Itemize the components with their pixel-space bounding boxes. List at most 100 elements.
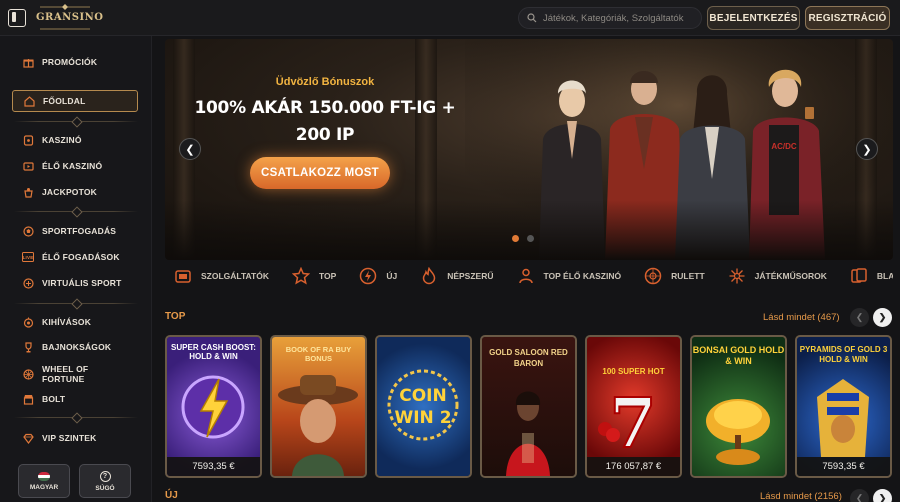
category-game-shows[interactable]: JÁTÉKMŰSOROK xyxy=(727,266,827,286)
new-icon xyxy=(358,266,378,286)
sidebar-item-vip-levels[interactable]: VIP SZINTEK xyxy=(12,427,138,449)
gameshow-icon xyxy=(727,266,747,286)
game-card[interactable]: PYRAMIDS OF GOLD 3 HOLD & WIN 7593,35 € xyxy=(795,335,892,478)
hungary-flag-icon xyxy=(38,471,50,481)
sidebar-item-label: VIP SZINTEK xyxy=(42,433,97,443)
join-now-button[interactable]: CSATLAKOZZ MOST xyxy=(250,157,390,189)
search-icon xyxy=(527,13,537,23)
sidebar-divider xyxy=(14,211,138,212)
sidebar-item-home[interactable]: FŐOLDAL xyxy=(12,90,138,112)
sidebar-item-label: JACKPOTOK xyxy=(42,187,98,197)
hero-floor-shadow xyxy=(165,200,893,260)
new-section-title: ÚJ xyxy=(165,490,178,501)
hero-dot[interactable] xyxy=(527,235,534,242)
help-icon: ? xyxy=(99,470,111,482)
new-next-arrow-icon[interactable]: ❯ xyxy=(873,489,892,502)
category-label: BLACKJAC xyxy=(876,271,893,281)
game-card[interactable]: BOOK OF RA BUY BONUS xyxy=(270,335,367,478)
top-see-all-link[interactable]: Lásd mindet (467) xyxy=(763,312,840,323)
gransino-logo[interactable]: GRANSINO xyxy=(36,4,103,32)
category-label: SZOLGÁLTATÓK xyxy=(201,271,269,281)
category-providers[interactable]: SZOLGÁLTATÓK xyxy=(173,266,269,286)
hero-banner[interactable]: AC/DC Üdvözlő Bónuszok 100% AKÁR 150.000… xyxy=(165,39,893,260)
hero-subtitle: Üdvözlő Bónuszok xyxy=(275,76,375,88)
search-input[interactable] xyxy=(543,12,701,24)
roulette-icon xyxy=(643,266,663,286)
top-next-arrow-icon[interactable]: ❯ xyxy=(873,308,892,327)
help-button[interactable]: ? SÚGÓ xyxy=(79,464,131,498)
wheel-icon xyxy=(22,368,34,380)
top-prev-arrow-icon[interactable]: ❮ xyxy=(850,308,869,327)
sidebar-item-tournaments[interactable]: BAJNOKSÁGOK xyxy=(12,336,138,358)
sidebar-toggle-icon[interactable] xyxy=(8,9,26,27)
svg-text:LIVE: LIVE xyxy=(23,255,34,260)
sidebar-item-live-casino[interactable]: ÉLŐ KASZINÓ xyxy=(12,155,138,177)
sidebar-item-shop[interactable]: BOLT xyxy=(12,388,138,410)
sidebar-item-label: ÉLŐ FOGADÁSOK xyxy=(42,252,120,262)
sidebar-item-label: PROMÓCIÓK xyxy=(42,57,98,67)
sidebar-item-label: BAJNOKSÁGOK xyxy=(42,342,112,352)
category-top-live-casino[interactable]: TOP ÉLŐ KASZINÓ xyxy=(516,266,622,286)
virtual-sport-icon xyxy=(22,277,34,289)
game-card[interactable]: SUPER CASH BOOST: HOLD & WIN 7593,35 € xyxy=(165,335,262,478)
game-card[interactable]: U GOLD SALOON RED BARON xyxy=(480,335,577,478)
sidebar-item-wheel-of-fortune[interactable]: WHEEL OF FORTUNE xyxy=(12,362,138,386)
category-blackjack[interactable]: BLACKJAC xyxy=(849,266,893,286)
hero-dot-active[interactable] xyxy=(512,235,519,242)
sidebar-divider xyxy=(14,121,138,122)
game-card[interactable]: U BONSAI GOLD HOLD & WIN xyxy=(690,335,787,478)
sidebar-item-promotions[interactable]: PROMÓCIÓK xyxy=(12,51,138,73)
language-label: MAGYAR xyxy=(29,483,59,491)
hero-prev-arrow-icon[interactable]: ❮ xyxy=(179,138,201,160)
category-top[interactable]: TOP xyxy=(291,266,336,286)
top-section-title: TOP xyxy=(165,311,186,322)
sidebar-item-jackpots[interactable]: JACKPOTOK xyxy=(12,181,138,203)
hero-next-arrow-icon[interactable]: ❯ xyxy=(856,138,878,160)
help-label: SÚGÓ xyxy=(95,484,115,492)
game-card[interactable]: U 7 100 SUPER HOT 176 057,87 € xyxy=(585,335,682,478)
sidebar-item-label: SPORTFOGADÁS xyxy=(42,226,117,236)
svg-text:7: 7 xyxy=(609,384,656,464)
category-label: ÚJ xyxy=(386,271,398,281)
game-title: SUPER CASH BOOST: HOLD & WIN xyxy=(171,343,256,361)
challenge-icon xyxy=(22,316,34,328)
login-button[interactable]: BEJELENTKEZÉS xyxy=(707,6,800,30)
category-label: NÉPSZERŰ xyxy=(447,271,494,281)
sidebar-item-label: VIRTUÁLIS SPORT xyxy=(42,278,122,288)
top-bar: GRANSINO BEJELENTKEZÉS REGISZTRÁCIÓ xyxy=(0,0,900,36)
search-box[interactable] xyxy=(518,7,702,29)
sidebar-item-virtual-sports[interactable]: VIRTUÁLIS SPORT xyxy=(12,272,138,294)
category-bar: SZOLGÁLTATÓK TOP ÚJ NÉPSZERŰ TOP ÉLŐ KAS… xyxy=(165,262,893,290)
sidebar-item-sportsbook[interactable]: SPORTFOGADÁS xyxy=(12,220,138,242)
game-art: 7 100 SUPER HOT xyxy=(587,337,680,476)
sidebar-item-label: FŐOLDAL xyxy=(43,96,86,106)
svg-text:WIN 2: WIN 2 xyxy=(394,408,451,428)
language-button[interactable]: MAGYAR xyxy=(18,464,70,498)
providers-icon xyxy=(173,266,193,286)
game-art: GOLD SALOON RED BARON xyxy=(482,337,575,476)
game-card[interactable]: U COIN WIN 2 xyxy=(375,335,472,478)
game-art: SUPER CASH BOOST: HOLD & WIN xyxy=(167,337,260,476)
home-icon xyxy=(23,95,35,107)
trophy-icon xyxy=(22,341,34,353)
new-prev-arrow-icon[interactable]: ❮ xyxy=(850,489,869,502)
sports-icon xyxy=(22,225,34,237)
category-roulette[interactable]: RULETT xyxy=(643,266,705,286)
category-label: TOP xyxy=(319,271,337,281)
game-title: BOOK OF RA BUY BONUS xyxy=(285,345,352,363)
hero-pagination xyxy=(512,235,534,242)
gift-icon xyxy=(22,56,34,68)
category-label: RULETT xyxy=(671,271,705,281)
register-button[interactable]: REGISZTRÁCIÓ xyxy=(805,6,890,30)
sidebar-item-live-betting[interactable]: LIVE ÉLŐ FOGADÁSOK xyxy=(12,246,138,268)
game-jackpot-value: 7593,35 € xyxy=(167,457,260,476)
category-label: TOP ÉLŐ KASZINÓ xyxy=(543,271,622,281)
live-bet-icon: LIVE xyxy=(22,251,34,263)
game-art: PYRAMIDS OF GOLD 3 HOLD & WIN xyxy=(797,337,890,476)
category-popular[interactable]: NÉPSZERŰ xyxy=(419,266,494,286)
category-new[interactable]: ÚJ xyxy=(358,266,397,286)
new-see-all-link[interactable]: Lásd mindet (2156) xyxy=(760,491,842,502)
game-art: COIN WIN 2 xyxy=(377,337,470,476)
sidebar-item-challenges[interactable]: KIHÍVÁSOK xyxy=(12,311,138,333)
sidebar-item-casino[interactable]: KASZINÓ xyxy=(12,129,138,151)
